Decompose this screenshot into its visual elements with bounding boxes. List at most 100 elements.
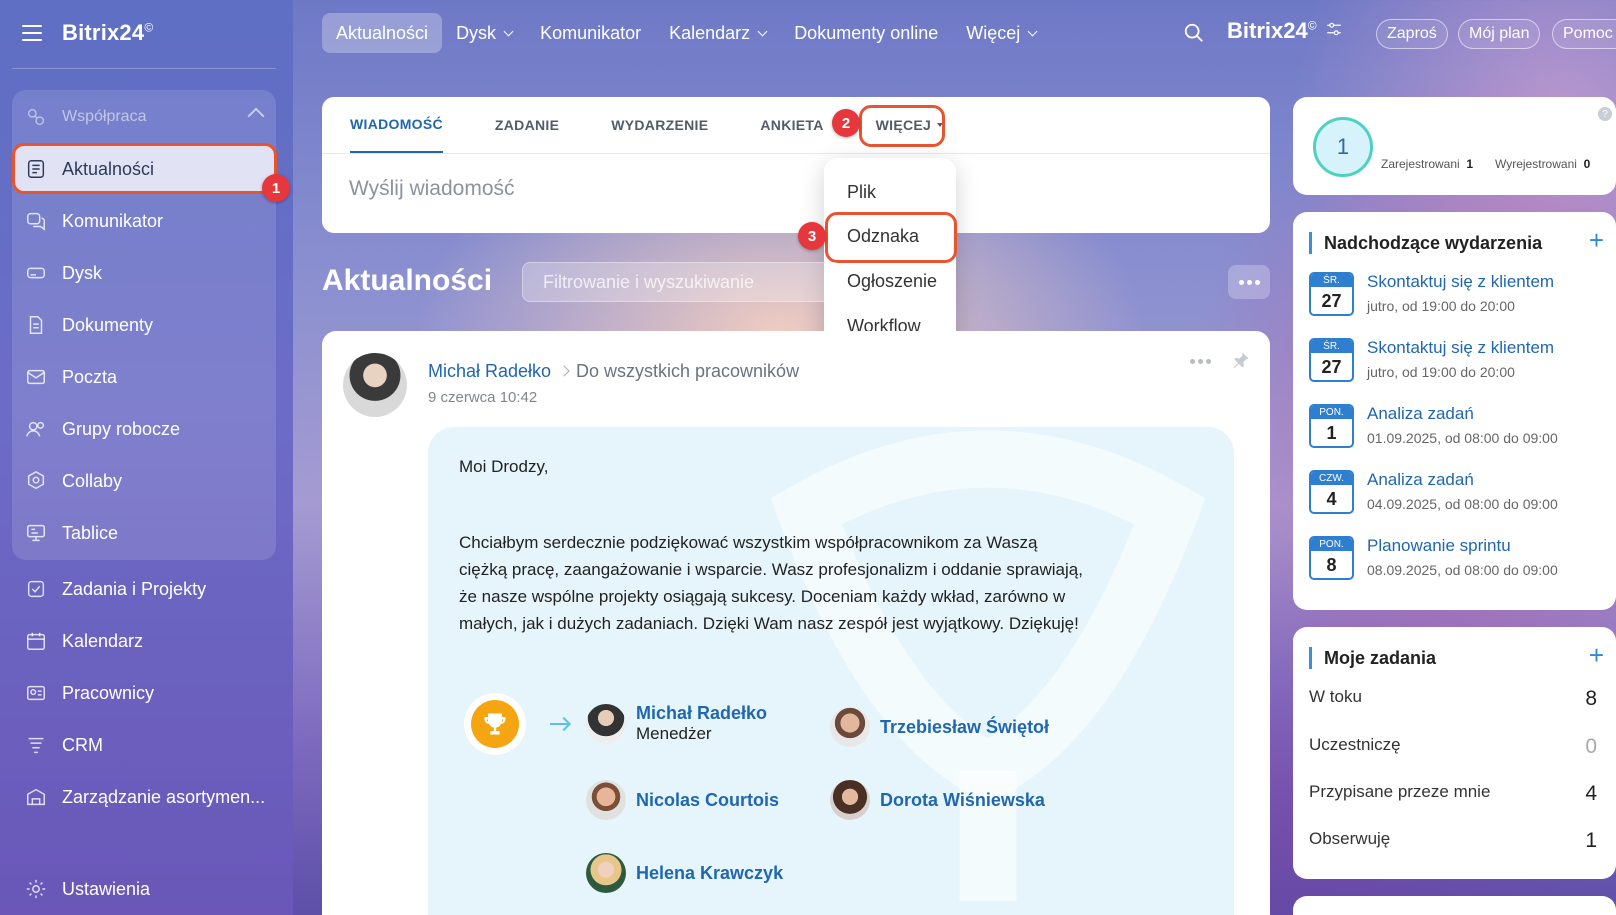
calendar-date-icon: PON. 1	[1309, 404, 1354, 448]
recipient-trzebieslaw[interactable]: Trzebiesław Świętoł	[830, 707, 1049, 747]
chevron-down-icon	[1027, 26, 1038, 36]
menu-item-file[interactable]: Plik	[847, 182, 876, 203]
invite-button[interactable]: Zaproś	[1376, 19, 1448, 49]
my-tasks-card: Moje zadania + W toku 8 Uczestniczę 0 Przy…	[1293, 627, 1616, 879]
recipient-name: Nicolas Courtois	[636, 789, 780, 810]
task-count: 1	[1585, 829, 1597, 852]
post-author[interactable]: Michał Radełko	[428, 361, 551, 382]
next-widget-card	[1293, 896, 1616, 915]
recipient-name: Helena Krawczyk	[636, 862, 784, 883]
drive-icon	[24, 261, 48, 285]
my-tasks-title: Moje zadania	[1309, 647, 1436, 669]
sidebar-item-label: Zarządzanie asortymen...	[62, 786, 266, 807]
topnav-calendar[interactable]: Kalendarz	[655, 13, 780, 53]
help-icon[interactable]: ?	[1598, 107, 1612, 121]
event-title[interactable]: Skontaktuj się z klientem	[1367, 272, 1554, 292]
chevron-up-icon[interactable]	[247, 107, 265, 125]
step-callout-3: 3	[798, 222, 826, 250]
post-composer: WIADOMOŚĆ ZADANIE WYDARZENIE ANKIETA WIĘ…	[322, 97, 1270, 233]
left-sidebar: Bitrix24© Współpraca Aktualności Komunik…	[0, 0, 293, 915]
event-title[interactable]: Skontaktuj się z klientem	[1367, 338, 1554, 358]
event-weekday: ŚR.	[1311, 340, 1352, 353]
calendar-date-icon: ŚR. 27	[1309, 272, 1354, 316]
settings-sliders-icon[interactable]	[1325, 18, 1343, 44]
sidebar-item-settings[interactable]: Ustawienia	[12, 866, 276, 912]
event-time: 04.09.2025, od 08:00 do 09:00	[1367, 496, 1558, 512]
event-weekday: PON.	[1311, 538, 1352, 551]
top-navigation-bar: Aktualności Dysk Komunikator Kalendarz D…	[293, 0, 1616, 68]
sidebar-item-workgroups[interactable]: Grupy robocze	[12, 406, 276, 452]
sidebar-group-collaboration[interactable]: Współpraca	[12, 94, 276, 140]
message-input[interactable]: Wyślij wiadomość	[349, 177, 515, 201]
menu-item-announcement[interactable]: Ogłoszenie	[847, 271, 937, 292]
sidebar-item-inventory[interactable]: Zarządzanie asortymen...	[12, 774, 276, 820]
task-label: Uczestniczę	[1309, 735, 1401, 754]
recipient-dorota[interactable]: Dorota Wiśniewska	[830, 780, 1045, 820]
tab-event[interactable]: WYDARZENIE	[611, 97, 708, 153]
filter-search-input[interactable]: Filtrowanie i wyszukiwanie	[522, 262, 842, 302]
sidebar-group-label: Współpraca	[62, 108, 147, 125]
sidebar-logo[interactable]: Bitrix24©	[62, 20, 153, 46]
badge-watermark	[728, 427, 1234, 915]
tab-task[interactable]: ZADANIE	[495, 97, 559, 153]
sidebar-item-label: Tablice	[62, 522, 119, 543]
chat-icon	[24, 209, 48, 233]
topnav-label: Aktualności	[336, 22, 429, 43]
pin-icon[interactable]	[1232, 351, 1252, 371]
event-title[interactable]: Planowanie sprintu	[1367, 536, 1511, 556]
header-logo[interactable]: Bitrix24©	[1227, 18, 1343, 44]
help-button[interactable]: Pomoc	[1552, 19, 1616, 49]
top-nav: Aktualności Dysk Komunikator Kalendarz D…	[322, 13, 1050, 53]
task-row-participating[interactable]: Uczestniczę 0	[1309, 735, 1597, 759]
sidebar-item-documents[interactable]: Dokumenty	[12, 302, 276, 348]
composer-divider	[322, 153, 1270, 154]
post-menu-icon[interactable]	[1190, 359, 1211, 364]
sidebar-item-messenger[interactable]: Komunikator	[12, 198, 276, 244]
avatar	[586, 780, 626, 820]
task-row-assigned-by-me[interactable]: Przypisane przeze mnie 4	[1309, 782, 1597, 806]
feed-more-icon[interactable]	[1228, 265, 1270, 299]
sidebar-item-feed[interactable]: Aktualności	[12, 146, 276, 192]
sidebar-item-collabs[interactable]: Collaby	[12, 458, 276, 504]
sidebar-item-mail[interactable]: Poczta	[12, 354, 276, 400]
topnav-online-documents[interactable]: Dokumenty online	[780, 13, 952, 53]
tab-message[interactable]: WIADOMOŚĆ	[350, 97, 443, 153]
sidebar-item-calendar[interactable]: Kalendarz	[12, 618, 276, 664]
sidebar-item-label: Dokumenty	[62, 314, 154, 335]
event-title[interactable]: Analiza zadań	[1367, 404, 1474, 424]
author-avatar[interactable]	[343, 353, 407, 417]
header-logo-text: Bitrix24	[1227, 18, 1308, 43]
recipient-nicolas[interactable]: Nicolas Courtois	[586, 780, 779, 820]
post-audience[interactable]: Do wszystkich pracowników	[576, 361, 799, 382]
trophy-icon	[464, 693, 526, 755]
topnav-messenger[interactable]: Komunikator	[526, 13, 655, 53]
avatar	[586, 853, 626, 893]
task-row-following[interactable]: Obserwuję 1	[1309, 829, 1597, 853]
sidebar-item-boards[interactable]: Tablice	[12, 510, 276, 556]
sidebar-item-employees[interactable]: Pracownicy	[12, 670, 276, 716]
sidebar-item-drive[interactable]: Dysk	[12, 250, 276, 296]
topnav-drive[interactable]: Dysk	[442, 13, 526, 53]
calendar-date-icon: PON. 8	[1309, 536, 1354, 580]
recipient-michal[interactable]: Michał Radełko Menedżer	[586, 703, 767, 744]
sidebar-item-tasks[interactable]: Zadania i Projekty	[12, 566, 276, 612]
task-row-in-progress[interactable]: W toku 8	[1309, 687, 1597, 711]
post-date[interactable]: 9 czerwca 10:42	[428, 389, 537, 406]
recipient-helena[interactable]: Helena Krawczyk	[586, 853, 783, 893]
event-title[interactable]: Analiza zadań	[1367, 470, 1474, 490]
event-day: 4	[1326, 489, 1337, 509]
avatar	[586, 703, 626, 744]
topnav-feed[interactable]: Aktualności	[322, 13, 443, 53]
search-icon[interactable]	[1183, 22, 1205, 44]
settings-icon	[24, 877, 48, 901]
sidebar-item-crm[interactable]: CRM	[12, 722, 276, 768]
task-count: 8	[1585, 687, 1597, 710]
pulse-indicator[interactable]: 1	[1313, 117, 1373, 177]
calendar-date-icon: CZW. 4	[1309, 470, 1354, 514]
add-task-icon[interactable]: +	[1589, 642, 1604, 668]
menu-icon[interactable]	[22, 25, 42, 41]
topnav-more[interactable]: Więcej	[952, 13, 1050, 53]
add-event-icon[interactable]: +	[1589, 227, 1604, 253]
tab-poll[interactable]: ANKIETA	[760, 97, 823, 153]
my-plan-button[interactable]: Mój plan	[1458, 19, 1541, 49]
